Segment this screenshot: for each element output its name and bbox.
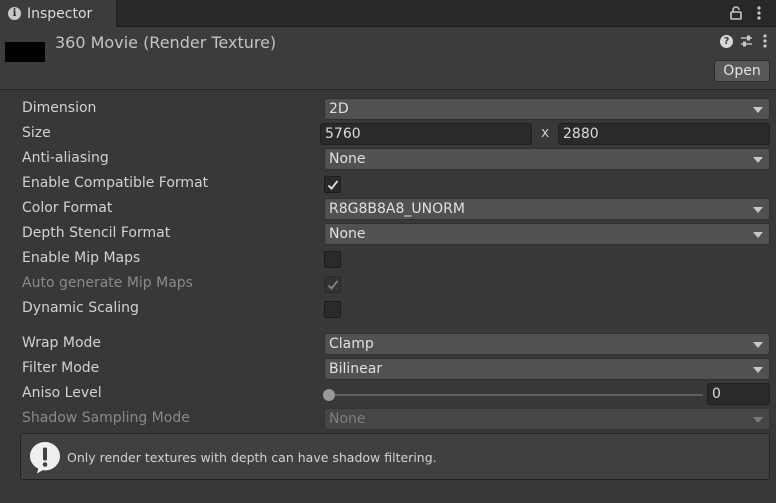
dimension-value: 2D [329,101,349,117]
shadow-sampling-mode-value: None [329,411,366,427]
wrap-mode-dropdown[interactable]: Clamp [324,333,770,355]
depth-stencil-format-value: None [329,226,366,242]
color-format-dropdown[interactable]: R8G8B8A8_UNORM [324,198,770,220]
auto-generate-mip-maps-row: Auto generate Mip Maps [0,272,776,297]
size-height-field[interactable]: 2880 [558,123,770,145]
enable-compatible-format-label: Enable Compatible Format [22,175,209,191]
help-icon[interactable]: ? [720,35,733,48]
size-separator: x [541,125,550,141]
anti-aliasing-value: None [329,151,366,167]
enable-mip-maps-row: Enable Mip Maps [0,247,776,272]
dynamic-scaling-checkbox[interactable] [324,301,341,318]
aniso-level-label: Aniso Level [22,385,102,401]
checkmark-icon [327,180,339,190]
asset-title: 360 Movie (Render Texture) [55,33,277,52]
anti-aliasing-label: Anti-aliasing [22,150,109,166]
depth-stencil-format-row: Depth Stencil Format None [0,222,776,247]
aniso-level-slider-handle[interactable] [323,389,335,401]
color-format-value: R8G8B8A8_UNORM [329,201,465,217]
tab-inspector-label: Inspector [27,5,93,22]
aniso-level-value: 0 [712,386,721,402]
chevron-down-icon [753,367,763,373]
auto-generate-mip-maps-label: Auto generate Mip Maps [22,275,193,291]
enable-mip-maps-label: Enable Mip Maps [22,250,141,266]
chevron-down-icon [753,157,763,163]
wrap-mode-label: Wrap Mode [22,335,102,351]
aniso-level-row: Aniso Level 0 [0,382,776,407]
warning-icon [30,442,60,474]
tab-inspector[interactable]: i Inspector [0,0,117,27]
dimension-dropdown[interactable]: 2D [324,98,770,120]
size-width-value: 5760 [325,126,361,142]
render-texture-icon [5,42,45,62]
open-button[interactable]: Open [714,60,770,82]
wrap-mode-value: Clamp [329,336,374,352]
inspector-header: 360 Movie (Render Texture) ? Open [0,27,776,90]
wrap-mode-row: Wrap Mode Clamp [0,332,776,357]
size-width-field[interactable]: 5760 [320,123,532,145]
warning-help-box: Only render textures with depth can have… [20,433,770,480]
dimension-label: Dimension [22,100,97,116]
filter-mode-label: Filter Mode [22,360,100,376]
enable-compatible-format-checkbox[interactable] [324,176,341,193]
help-box-message: Only render textures with depth can have… [67,450,437,465]
color-format-label: Color Format [22,200,113,216]
chevron-down-icon [753,342,763,348]
shadow-sampling-mode-label: Shadow Sampling Mode [22,410,190,426]
auto-generate-mip-maps-checkbox [324,276,341,293]
aniso-level-slider-track[interactable] [328,394,703,396]
kebab-menu-icon[interactable] [756,6,762,20]
presets-icon[interactable] [740,34,753,48]
chevron-down-icon [753,107,763,113]
dynamic-scaling-label: Dynamic Scaling [22,300,139,316]
component-menu-icon[interactable] [762,34,768,48]
dimension-row: Dimension 2D [0,97,776,122]
filter-mode-value: Bilinear [329,361,383,377]
filter-mode-dropdown[interactable]: Bilinear [324,358,770,380]
tab-bar: i Inspector [0,0,776,27]
chevron-down-icon [753,207,763,213]
aniso-level-field[interactable]: 0 [707,383,770,405]
shadow-sampling-mode-dropdown: None [324,408,770,430]
chevron-down-icon [753,417,763,423]
depth-stencil-format-dropdown[interactable]: None [324,223,770,245]
enable-mip-maps-checkbox[interactable] [324,251,341,268]
size-height-value: 2880 [563,126,599,142]
size-label: Size [22,125,51,141]
lock-icon[interactable] [730,6,742,20]
size-row: Size 5760 x 2880 [0,122,776,147]
chevron-down-icon [753,232,763,238]
info-icon: i [8,7,21,20]
anti-aliasing-row: Anti-aliasing None [0,147,776,172]
filter-mode-row: Filter Mode Bilinear [0,357,776,382]
dynamic-scaling-row: Dynamic Scaling [0,297,776,322]
depth-stencil-format-label: Depth Stencil Format [22,225,171,241]
shadow-sampling-mode-row: Shadow Sampling Mode None [0,407,776,432]
enable-compatible-format-row: Enable Compatible Format [0,172,776,197]
checkmark-icon [327,280,339,290]
anti-aliasing-dropdown[interactable]: None [324,148,770,170]
color-format-row: Color Format R8G8B8A8_UNORM [0,197,776,222]
